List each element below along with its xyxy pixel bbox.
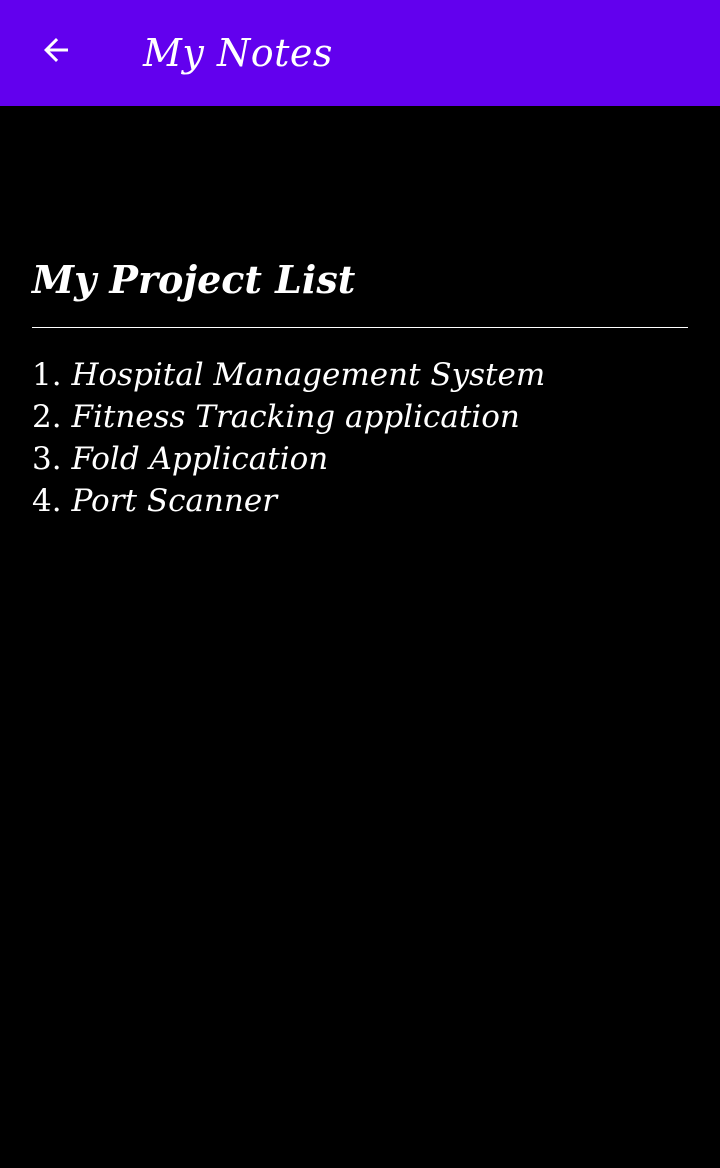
- project-item-number: 3.: [32, 441, 62, 477]
- project-item: 2. Fitness Tracking application: [32, 396, 688, 438]
- divider: [32, 327, 688, 328]
- app-title: My Notes: [143, 31, 333, 75]
- project-item-text: Hospital Management System: [71, 357, 546, 393]
- project-list: 1. Hospital Management System 2. Fitness…: [32, 354, 688, 522]
- note-heading: My Project List: [32, 257, 356, 302]
- note-content: My Project List 1. Hospital Management S…: [32, 250, 688, 522]
- project-item-number: 4.: [32, 483, 62, 519]
- project-item-text: Fitness Tracking application: [71, 399, 520, 435]
- project-item-number: 1.: [32, 357, 62, 393]
- project-item: 4. Port Scanner: [32, 480, 688, 522]
- app-bar: My Notes: [0, 0, 720, 106]
- project-item: 3. Fold Application: [32, 438, 688, 480]
- project-item: 1. Hospital Management System: [32, 354, 688, 396]
- back-button[interactable]: [20, 14, 92, 86]
- project-item-text: Fold Application: [71, 441, 329, 477]
- project-item-text: Port Scanner: [71, 483, 278, 519]
- project-item-number: 2.: [32, 399, 62, 435]
- arrow-back-icon: [44, 38, 68, 62]
